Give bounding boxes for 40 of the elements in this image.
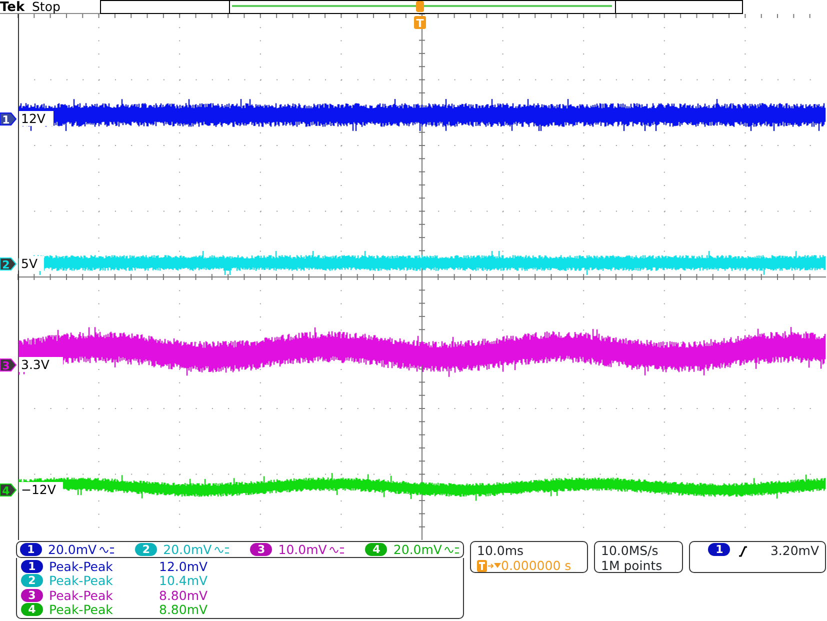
channel-badge: 1 xyxy=(708,543,730,556)
channel-badge: 2 xyxy=(21,574,43,588)
sample-rate: 10.0MS/s xyxy=(601,543,660,558)
channel-offset-label: 5V xyxy=(21,256,38,271)
channel-badge: 1 xyxy=(20,543,42,556)
channel-badge: 4 xyxy=(21,603,43,616)
bandwidth-limit-icon xyxy=(328,544,345,555)
record-length: 1M points xyxy=(601,558,664,573)
bandwidth-limit-icon xyxy=(444,544,460,555)
trigger-level: 3.20mV xyxy=(770,543,819,558)
measurement-value: 8.80mV xyxy=(159,588,208,603)
measurement-name: Peak-Peak xyxy=(49,573,114,588)
channel-marker[interactable]: 2 xyxy=(0,258,17,272)
measurement-name: Peak-Peak xyxy=(49,558,114,574)
channel-offset-label: 12V xyxy=(21,111,46,126)
channel-marker[interactable]: 4 xyxy=(0,484,17,498)
measurement-value: 12.0mV xyxy=(159,558,208,574)
channel-offset-label: −12V xyxy=(21,482,56,497)
brand-logo: Tek xyxy=(0,0,25,15)
channel-badge: 3 xyxy=(21,588,43,602)
vertical-scale: 10.0mV xyxy=(278,542,327,557)
channel-badge: 1 xyxy=(21,560,43,573)
bandwidth-limit-icon xyxy=(214,544,230,555)
measurement-value: 10.4mV xyxy=(159,573,208,588)
measurement-value: 8.80mV xyxy=(159,602,208,618)
channel-badge: 3 xyxy=(250,543,272,556)
vertical-scale: 20.0mV xyxy=(163,542,212,557)
channel-marker[interactable]: 1 xyxy=(0,112,17,126)
channel-badge: 4 xyxy=(365,543,388,556)
channel-badge: 2 xyxy=(135,543,158,556)
measurement-name: Peak-Peak xyxy=(49,588,114,603)
vertical-scale: 20.0mV xyxy=(48,542,97,557)
vertical-scale: 20.0mV xyxy=(393,542,442,557)
rising-edge-icon xyxy=(738,545,748,557)
acquisition-status: Stop xyxy=(32,0,60,14)
measurement-name: Peak-Peak xyxy=(49,602,114,618)
channel-offset-label: 3.3V xyxy=(21,357,50,372)
bandwidth-limit-icon xyxy=(98,544,115,555)
time-per-division: 10.0ms xyxy=(477,543,525,558)
horizontal-position: 0.000000 s xyxy=(501,558,572,573)
